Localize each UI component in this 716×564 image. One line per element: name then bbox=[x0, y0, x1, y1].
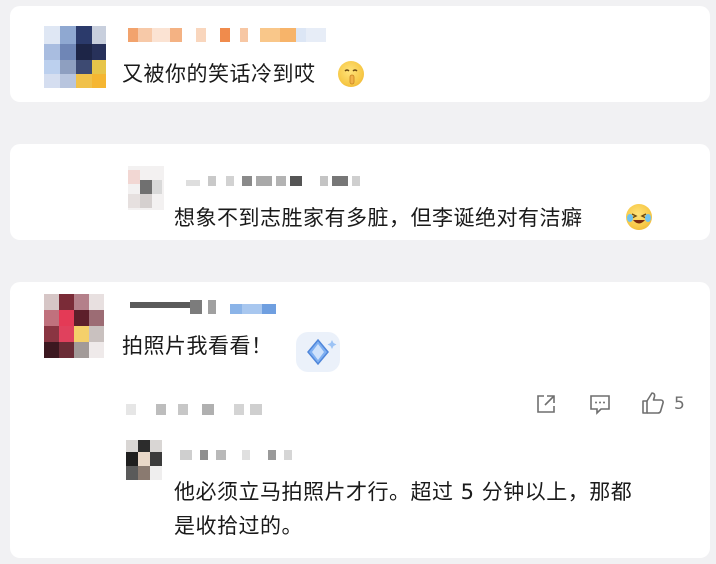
comment-text: 又被你的笑话冷到哎 bbox=[122, 62, 316, 86]
comment-card-2: 想象不到志胜家有多脏，但李诞绝对有洁癖 bbox=[10, 144, 710, 240]
blue-diamond-sticker-icon bbox=[296, 332, 340, 372]
comment-text: 拍照片我看看！ bbox=[122, 334, 273, 358]
comment-card-3: 拍照片我看看！ 5 他必须立马拍照片才行。超过 5 分钟以上，那都 是收拾过的。 bbox=[10, 282, 710, 558]
share-icon[interactable] bbox=[534, 392, 558, 416]
reply-username-blurred[interactable] bbox=[180, 450, 300, 462]
user-avatar-pixelated[interactable] bbox=[128, 166, 164, 210]
comment-card-1: 又被你的笑话冷到哎 bbox=[10, 6, 710, 102]
shushing-face-emoji-icon bbox=[338, 61, 364, 87]
timestamp-blurred bbox=[126, 404, 276, 418]
user-avatar-pixelated[interactable] bbox=[44, 294, 104, 358]
laughing-crying-emoji-icon bbox=[626, 204, 652, 230]
thumbs-up-icon[interactable] bbox=[640, 390, 666, 416]
user-avatar-pixelated[interactable] bbox=[44, 26, 106, 88]
reply-text-line-2: 是收拾过的。 bbox=[174, 514, 303, 538]
reply-text-line-1: 他必须立马拍照片才行。超过 5 分钟以上，那都 bbox=[174, 480, 633, 504]
comment-text: 想象不到志胜家有多脏，但李诞绝对有洁癖 bbox=[174, 206, 583, 230]
reply-user-avatar-pixelated[interactable] bbox=[126, 440, 162, 480]
comment-icon[interactable] bbox=[588, 392, 612, 416]
like-count: 5 bbox=[674, 394, 685, 414]
username-blurred[interactable] bbox=[130, 300, 290, 314]
username-blurred[interactable] bbox=[128, 28, 328, 42]
username-blurred[interactable] bbox=[186, 176, 366, 188]
